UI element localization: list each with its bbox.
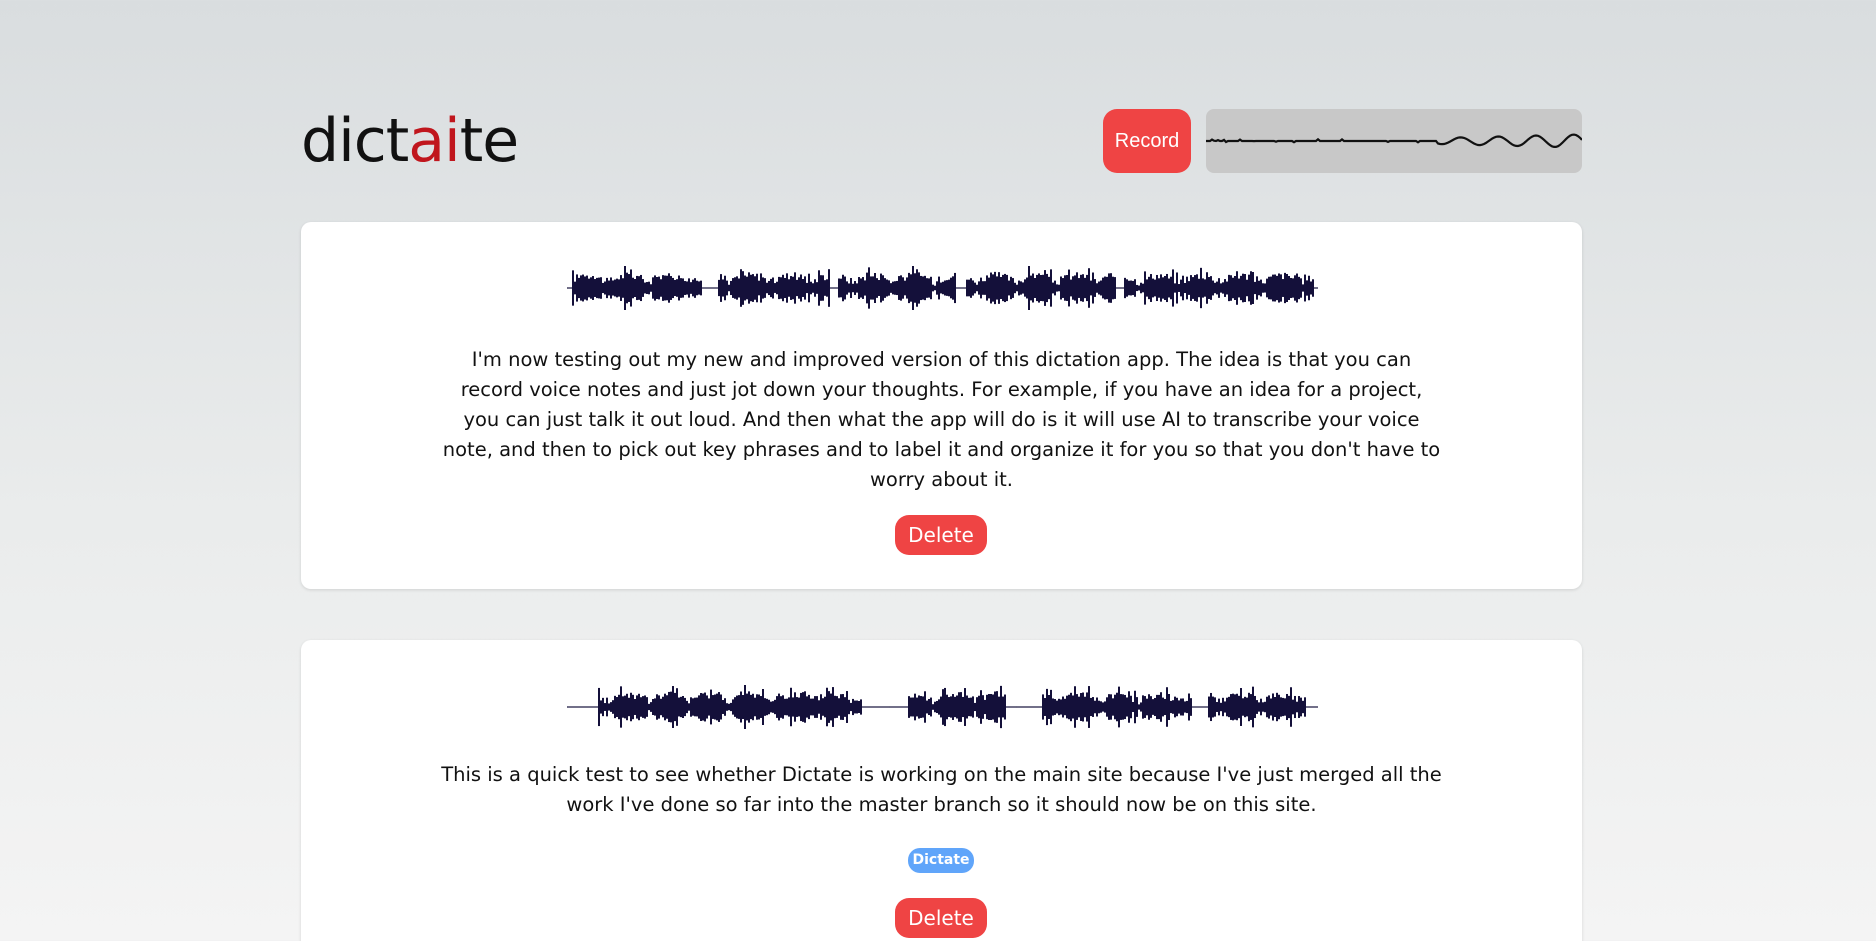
delete-button[interactable]: Delete [895,515,987,555]
note-transcript: This is a quick test to see whether Dict… [441,760,1442,820]
app-header: dictaite Record [301,105,1582,173]
live-audio-visualizer [1206,109,1582,173]
note-transcript: I'm now testing out my new and improved … [441,345,1442,495]
record-button[interactable]: Record [1103,109,1191,173]
audio-waveform-player[interactable] [567,264,1319,312]
logo-prefix: dict [301,106,408,176]
app-logo: dictaite [301,105,518,177]
logo-accent: ai [408,106,459,176]
tag-badge[interactable]: Dictate [908,848,974,873]
delete-button[interactable]: Delete [895,898,987,938]
live-waveform-graphic [1206,109,1582,173]
note-card: I'm now testing out my new and improved … [301,222,1582,589]
live-waveform-line [1206,135,1582,147]
audio-waveform-player[interactable] [567,683,1319,731]
logo-suffix: te [460,106,518,176]
note-card: This is a quick test to see whether Dict… [301,640,1582,941]
